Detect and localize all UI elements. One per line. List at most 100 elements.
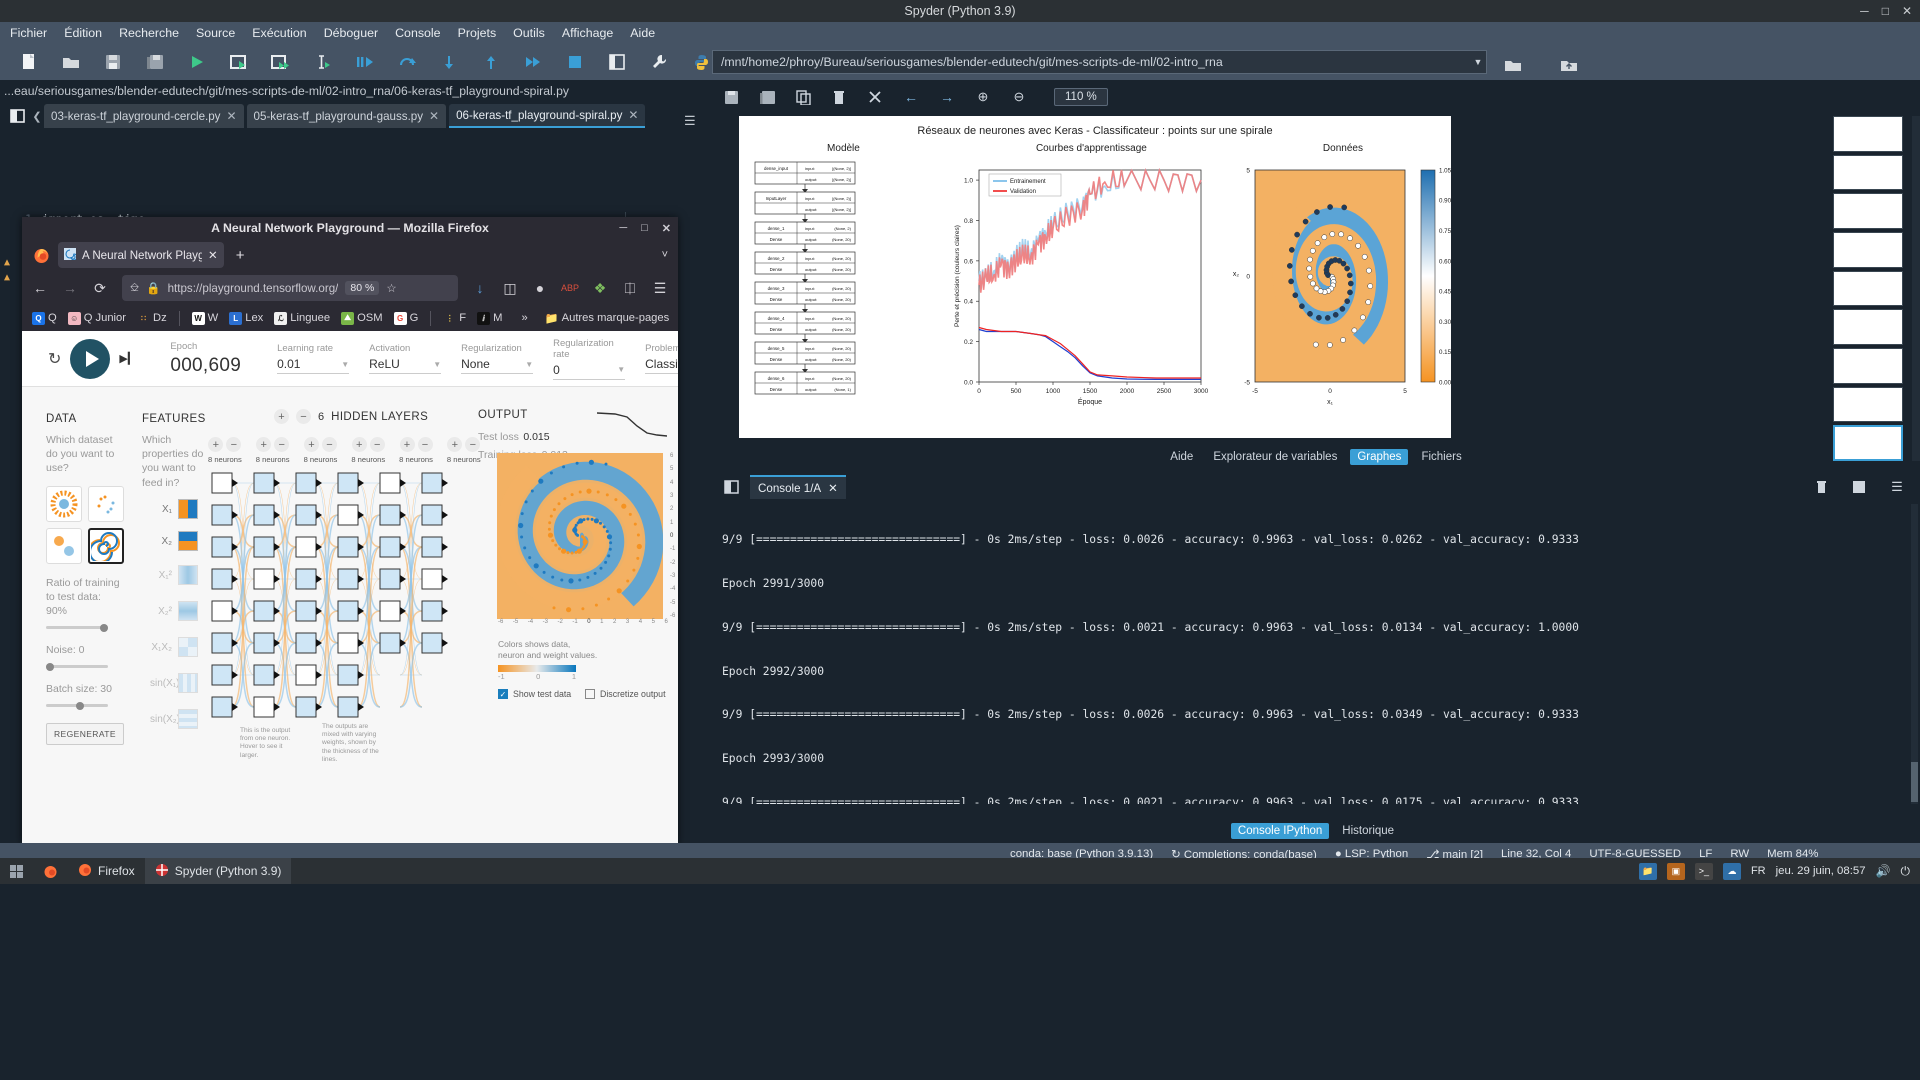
bookmark-q-junior[interactable]: ☺ Q Junior (65, 311, 129, 326)
feature-x2sq[interactable]: X₂² (150, 601, 198, 621)
plot-zoom-value[interactable]: 110 % (1054, 88, 1108, 106)
tab-variable-explorer[interactable]: Explorateur de variables (1206, 449, 1344, 465)
add-neuron-button[interactable]: + (399, 437, 415, 452)
menu-deboguer[interactable]: Déboguer (324, 26, 378, 40)
other-bookmarks-folder[interactable]: 📁 Autres marque-pages (542, 311, 673, 326)
circle-dataset[interactable] (46, 485, 82, 522)
editor-tab-0[interactable]: 03-keras-tf_playground-cercle.py ✕ (44, 104, 244, 128)
editor-tab-close-icon[interactable]: ✕ (429, 109, 439, 123)
console-pane-tabs[interactable]: Console IPython Historique (712, 820, 1920, 842)
maximize-icon[interactable]: □ (641, 222, 648, 234)
url-bar[interactable]: ⎒ 🔒 https://playground.tensorflow.org/ 8… (122, 275, 458, 301)
regularization-rate-field[interactable]: Regularization rate 0 ▼ (553, 338, 626, 380)
bookmark-lex[interactable]: L Lex (226, 311, 266, 326)
feature-sinx1[interactable]: sin(X₁) (150, 673, 198, 693)
clock[interactable]: jeu. 29 juin, 08:57 (1776, 865, 1866, 877)
new-tab-button[interactable]: + (228, 247, 253, 264)
adblock-icon[interactable]: ABP (558, 276, 582, 300)
path-dropdown-icon[interactable]: ▼ (1468, 50, 1488, 74)
extension-icon[interactable]: ● (528, 276, 552, 300)
bookmark-linguee[interactable]: ℒ Linguee (271, 311, 333, 326)
add-neuron-button[interactable]: + (351, 437, 367, 452)
firefox-window-controls[interactable]: ─ □ ✕ (619, 217, 671, 239)
trash-icon[interactable] (1810, 476, 1832, 498)
thumbnails-scrollbar[interactable] (1912, 116, 1920, 461)
add-neuron-button[interactable]: + (208, 437, 224, 452)
noise-slider[interactable] (46, 662, 108, 671)
layer-control-5[interactable]: + − 8 neurons (399, 437, 433, 464)
feature-x1[interactable]: X₁ (150, 499, 198, 519)
run-selection-icon[interactable] (302, 45, 344, 79)
menu-aide[interactable]: Aide (630, 26, 655, 40)
debug-icon[interactable] (344, 45, 386, 79)
minimize-icon[interactable]: ─ (1860, 4, 1869, 18)
plot-thumbnail[interactable] (1833, 386, 1903, 423)
bookmark-w[interactable]: WW (189, 311, 222, 326)
plot-thumbnails[interactable] (1833, 116, 1915, 461)
tab-list-chevron-icon[interactable]: ˅ (662, 249, 678, 261)
run-cell-icon[interactable] (218, 45, 260, 79)
plot-thumbnail[interactable] (1833, 309, 1903, 345)
add-layer-button[interactable]: + (274, 409, 289, 424)
bookmark-star-icon[interactable]: ☆ (386, 281, 396, 295)
feature-thumb[interactable] (178, 531, 198, 551)
activation-select[interactable]: ReLU ▼ (369, 357, 442, 374)
show-desktop-icon[interactable] (0, 858, 33, 884)
browse-directory-icon[interactable] (1492, 48, 1534, 82)
problem-type-field[interactable]: Problem type Classification (645, 343, 678, 374)
debug-step-into-icon[interactable] (428, 45, 470, 79)
options-icon[interactable]: ☰ (1886, 476, 1908, 498)
plots-pane-tabs[interactable]: Aide Explorateur de variables Graphes Fi… (712, 446, 1920, 468)
taskbar-item-firefox[interactable]: Firefox (68, 858, 145, 884)
tab-aide[interactable]: Aide (1163, 449, 1200, 465)
previous-icon[interactable]: ← (900, 86, 922, 108)
menu-execution[interactable]: Exécution (252, 26, 306, 40)
add-neuron-button[interactable]: + (256, 437, 272, 452)
bookmark-m[interactable]: ⅈM (474, 311, 505, 326)
step-icon[interactable]: ▶▎ (119, 352, 136, 365)
play-icon[interactable] (70, 338, 111, 379)
plots-toolbar[interactable]: ← → ⊕ ⊖ 110 % (712, 80, 1920, 114)
bookmark-osm[interactable]: ⛰ OSM (338, 311, 385, 326)
back-icon[interactable]: ← (28, 276, 52, 300)
close-icon[interactable]: ✕ (662, 222, 671, 235)
account-icon[interactable]: ⎅ (618, 276, 642, 300)
feature-x1sq[interactable]: X₁² (150, 565, 198, 585)
spiral-dataset[interactable] (88, 527, 124, 564)
regularization-field[interactable]: Regularization None ▼ (461, 343, 534, 374)
pane-toggle-icon[interactable] (596, 45, 638, 79)
xor-dataset[interactable] (46, 527, 82, 564)
system-tray[interactable]: 📁 ▣ >_ ☁ FR jeu. 29 juin, 08:57 🔊 ⏻ (1638, 862, 1920, 880)
learning-rate-select[interactable]: 0.01 ▼ (277, 357, 350, 374)
plot-thumbnail[interactable] (1833, 347, 1903, 384)
copy-icon[interactable] (792, 86, 814, 108)
feature-thumb[interactable] (178, 565, 198, 585)
working-directory-field[interactable]: /mnt/home2/phroy/Bureau/seriousgames/ble… (712, 50, 1487, 74)
discretize-output-checkbox[interactable] (585, 689, 595, 699)
debug-continue-icon[interactable] (386, 45, 428, 79)
firefox-tab[interactable]: A Neural Network Playgro ✕ (58, 242, 224, 268)
puzzle-icon[interactable]: ❖ (588, 276, 612, 300)
save-all-icon[interactable] (756, 86, 778, 108)
console-scrollbar-thumb[interactable] (1911, 762, 1918, 802)
menu-console[interactable]: Console (395, 26, 440, 40)
layer-control-4[interactable]: + − 8 neurons (351, 437, 385, 464)
menu-projets[interactable]: Projets (458, 26, 497, 40)
remove-neuron-button[interactable]: − (274, 437, 290, 452)
stop-icon[interactable] (1848, 476, 1870, 498)
layer-control-3[interactable]: + − 8 neurons (304, 437, 337, 464)
menu-affichage[interactable]: Affichage (562, 26, 613, 40)
feature-sinx2[interactable]: sin(X₂) (150, 709, 198, 729)
reload-icon[interactable]: ⟳ (88, 276, 112, 300)
ratio-slider[interactable] (46, 623, 108, 632)
tab-close-icon[interactable]: ✕ (208, 248, 218, 262)
terminal-icon[interactable]: >_ (1694, 862, 1713, 880)
parent-directory-icon[interactable] (1548, 48, 1590, 82)
editor-tabs[interactable]: ❮ 03-keras-tf_playground-cercle.py ✕ 05-… (0, 102, 710, 128)
run-icon[interactable] (176, 45, 218, 79)
console-tabstrip[interactable]: Console 1/A ✕ ☰ (712, 472, 1920, 502)
add-neuron-button[interactable]: + (447, 437, 463, 452)
menu-source[interactable]: Source (196, 26, 235, 40)
plot-thumbnail[interactable] (1833, 116, 1903, 152)
feature-thumb[interactable] (178, 673, 198, 693)
